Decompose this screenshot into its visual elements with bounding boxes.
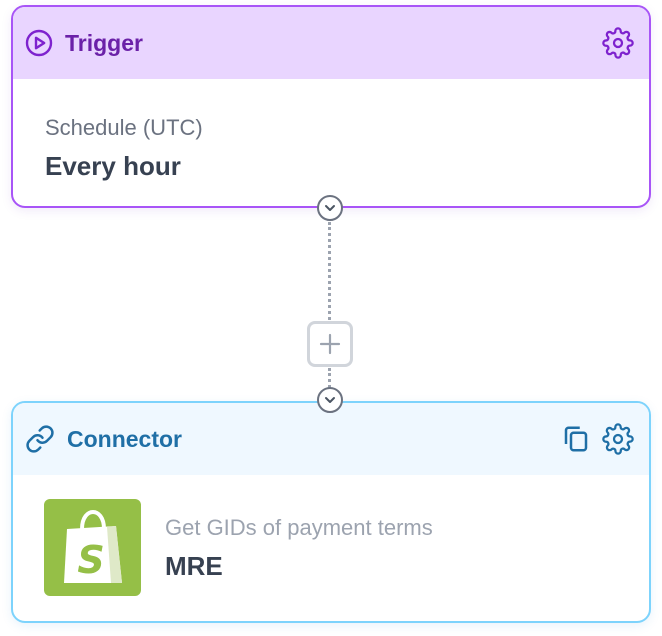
trigger-card[interactable]: Trigger Schedule (UTC) Every hour [11,5,651,208]
chevron-down-icon [323,201,337,215]
flow-line-bottom [328,368,331,388]
connector-card[interactable]: Connector S Get GIDs of payment terms MR… [11,401,651,623]
connector-header: Connector [13,403,649,475]
copy-icon [561,424,591,454]
trigger-collapse-button[interactable] [317,195,343,221]
connector-title: Connector [67,425,182,452]
trigger-settings-button[interactable] [601,26,635,60]
trigger-header: Trigger [13,7,649,79]
gear-icon [602,423,634,455]
trigger-title: Trigger [65,29,143,56]
play-circle-icon [25,29,53,57]
chevron-down-icon [323,393,337,407]
connector-text: Get GIDs of payment terms MRE [165,515,433,581]
connector-body: S Get GIDs of payment terms MRE [13,475,649,596]
connector-settings-button[interactable] [601,422,635,456]
gear-icon [602,27,634,59]
trigger-body: Schedule (UTC) Every hour [13,79,649,181]
shopify-logo-icon: S [44,499,141,596]
add-step-button[interactable] [307,321,353,367]
trigger-schedule-label: Schedule (UTC) [45,115,203,140]
connector-collapse-button[interactable] [317,387,343,413]
trigger-schedule-value: Every hour [45,151,181,181]
connector-copy-button[interactable] [559,422,593,456]
link-icon [25,424,55,454]
plus-icon [318,332,342,356]
connector-account-value: MRE [165,550,223,581]
connector-action-label: Get GIDs of payment terms [165,514,433,540]
shopify-logo-letter: S [77,538,104,582]
flow-line-top [328,222,331,320]
